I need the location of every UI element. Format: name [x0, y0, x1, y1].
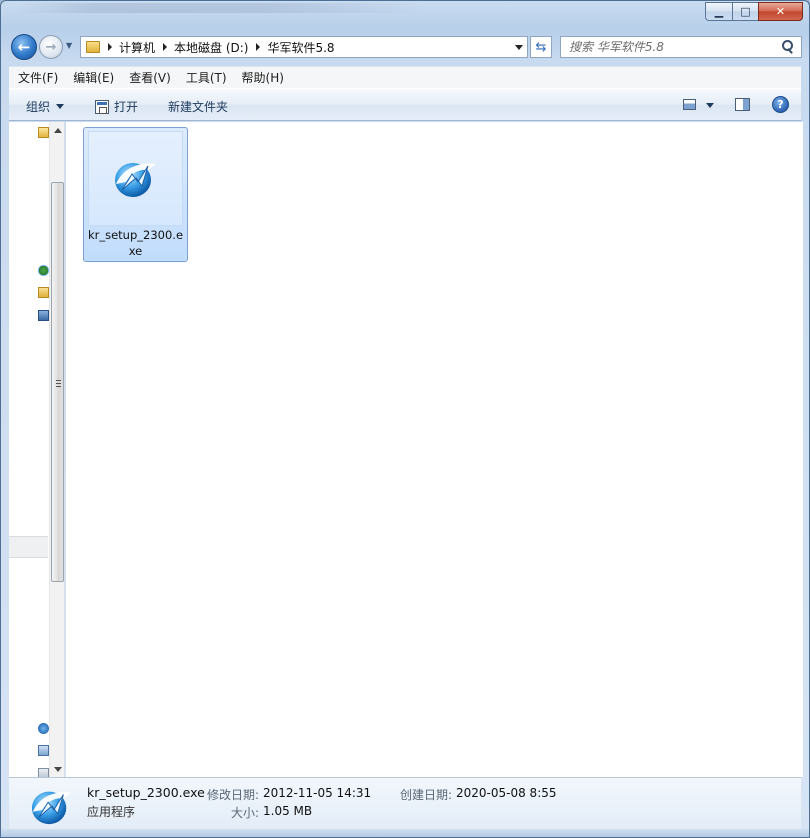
back-arrow-icon: ←: [17, 38, 31, 56]
forward-arrow-icon: →: [45, 39, 57, 55]
breadcrumb-item-computer[interactable]: 计算机: [119, 39, 155, 56]
breadcrumb-separator-icon[interactable]: [108, 43, 112, 51]
breadcrumb-item-local-disk-d[interactable]: 本地磁盘 (D:): [174, 39, 248, 56]
computer-icon[interactable]: [38, 310, 49, 321]
window-controls: ▁ □ ✕: [705, 2, 803, 21]
menu-tools[interactable]: 工具(T): [177, 69, 233, 86]
details-modified-value: 2012-11-05 14:31: [263, 786, 372, 800]
open-button[interactable]: 打开: [95, 98, 138, 115]
details-size-label: 大小:: [231, 806, 260, 820]
open-label: 打开: [114, 100, 139, 114]
breadcrumb-separator-icon[interactable]: [163, 43, 168, 51]
organize-label: 组织: [26, 100, 51, 114]
search-box[interactable]: [560, 36, 802, 58]
details-size-value: 1.05 MB: [263, 804, 313, 818]
details-modified-label: 修改日期:: [207, 788, 260, 802]
homegroup-icon[interactable]: [38, 265, 49, 276]
details-file-type: 应用程序: [87, 805, 136, 819]
recycle-bin-icon[interactable]: [38, 768, 49, 777]
refresh-icon: ⇆: [535, 39, 547, 55]
search-input[interactable]: [561, 38, 779, 56]
window-bottom-border: [1, 829, 809, 837]
file-name[interactable]: kr_setup_2300.exe: [86, 227, 185, 259]
title-bar[interactable]: ▁ □ ✕: [1, 1, 809, 29]
file-list[interactable]: kr_setup_2300.exe: [66, 122, 803, 777]
scroll-up-icon[interactable]: [54, 128, 62, 133]
minimize-button[interactable]: ▁: [705, 2, 732, 21]
command-bar: 组织 打开 新建文件夹 ?: [9, 88, 801, 121]
breadcrumb-separator-icon[interactable]: [256, 43, 261, 51]
menu-help[interactable]: 帮助(H): [233, 69, 290, 86]
address-row: ← → ▼ 计算机 本地磁盘 (D:) 华军软件5.8 ⇆: [1, 31, 809, 63]
change-view-icon[interactable]: [683, 99, 696, 110]
scroll-down-icon[interactable]: [54, 767, 62, 772]
navigation-pane: [9, 122, 65, 777]
open-icon: [95, 99, 109, 114]
view-options-chevron-icon[interactable]: [706, 103, 714, 108]
control-panel-icon[interactable]: [38, 745, 49, 756]
help-icon[interactable]: ?: [772, 96, 789, 113]
libraries-icon[interactable]: [38, 127, 49, 138]
scrollbar-thumb[interactable]: [51, 182, 64, 582]
chevron-down-icon: [56, 104, 65, 109]
new-folder-label: 新建文件夹: [168, 100, 229, 114]
maximize-button[interactable]: □: [732, 2, 758, 21]
menu-bar: 文件(F) 编辑(E) 查看(V) 工具(T) 帮助(H): [9, 66, 801, 88]
new-folder-button[interactable]: 新建文件夹: [168, 98, 228, 115]
network-icon[interactable]: [38, 723, 49, 734]
details-pane: kr_setup_2300.exe 应用程序 修改日期: 2012-11-05 …: [9, 777, 801, 831]
breadcrumb-item-current-folder[interactable]: 华军软件5.8: [267, 39, 334, 56]
chevron-down-icon: ▼: [66, 41, 73, 50]
details-file-name: kr_setup_2300.exe: [87, 785, 205, 800]
back-button[interactable]: ←: [11, 34, 37, 60]
menu-view[interactable]: 查看(V): [120, 69, 177, 86]
address-dropdown-icon[interactable]: [515, 45, 523, 50]
nav-hover-highlight: [9, 536, 48, 558]
search-icon[interactable]: [779, 38, 797, 56]
maximize-icon: □: [740, 5, 751, 18]
folder-icon[interactable]: [38, 287, 49, 298]
organize-button[interactable]: 组织: [26, 98, 65, 115]
explorer-window: ▁ □ ✕ ← → ▼ 计算机 本地磁盘 (D:) 华军软件5.8 ⇆ 文件(F…: [0, 0, 810, 838]
folder-icon: [86, 41, 100, 53]
setup-program-icon: [112, 156, 158, 200]
menu-edit[interactable]: 编辑(E): [64, 69, 120, 86]
details-created-label: 创建日期:: [400, 788, 453, 802]
address-bar[interactable]: 计算机 本地磁盘 (D:) 华军软件5.8: [80, 36, 528, 58]
setup-program-icon: [29, 785, 73, 830]
forward-button[interactable]: →: [39, 35, 63, 59]
preview-pane-icon[interactable]: [735, 98, 750, 111]
menu-file[interactable]: 文件(F): [9, 69, 64, 86]
refresh-button[interactable]: ⇆: [530, 36, 552, 58]
grip-icon: [56, 380, 61, 387]
minimize-icon: ▁: [714, 5, 724, 18]
title-bar-blurred-text: [15, 3, 425, 13]
nav-scrollbar[interactable]: [49, 122, 64, 777]
recent-locations-button[interactable]: ▼: [66, 41, 76, 51]
file-item[interactable]: kr_setup_2300.exe: [83, 127, 188, 262]
details-created-value: 2020-05-08 8:55: [456, 786, 557, 800]
close-icon: ✕: [775, 5, 786, 18]
close-button[interactable]: ✕: [758, 2, 803, 21]
